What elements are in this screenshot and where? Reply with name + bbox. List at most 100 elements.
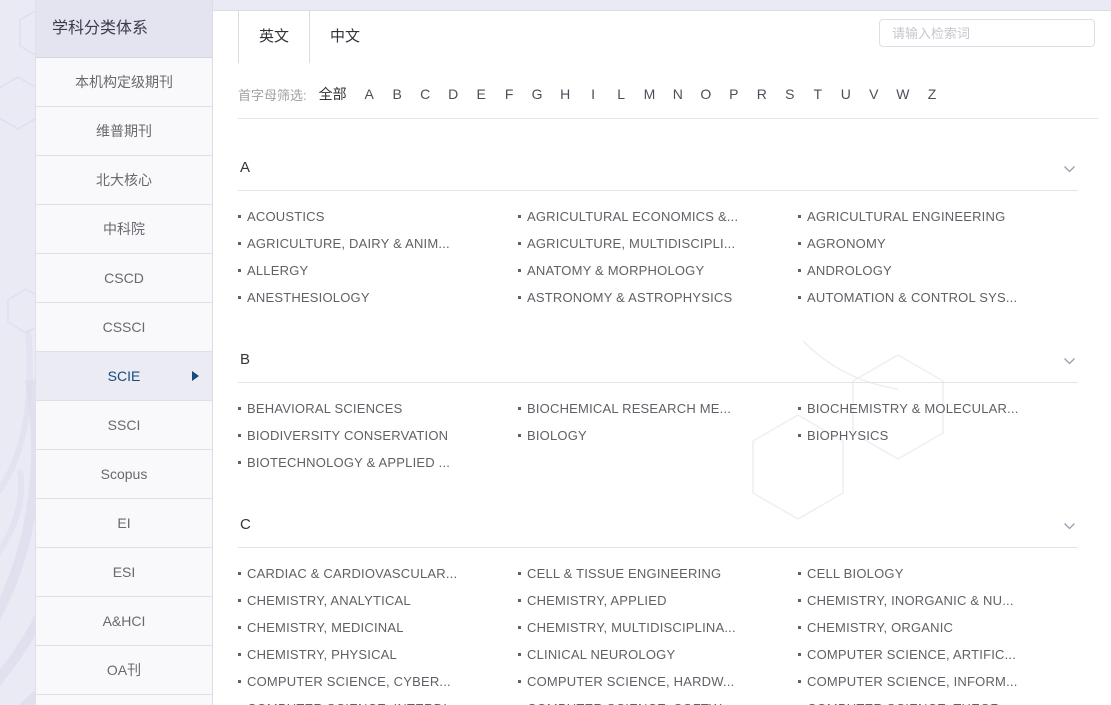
sidebar-item[interactable]: EI: [36, 499, 212, 548]
letter-filter-item[interactable]: U: [840, 86, 851, 102]
letter-filter-item[interactable]: O: [700, 86, 711, 102]
sidebar-item[interactable]: ESI: [36, 548, 212, 597]
category-item[interactable]: ANDROLOGY: [798, 257, 1078, 284]
filter-all-button[interactable]: 全部: [319, 84, 347, 104]
category-item[interactable]: CELL & TISSUE ENGINEERING: [518, 560, 798, 587]
letter-filter-item[interactable]: E: [476, 86, 487, 102]
sidebar-item[interactable]: 本机构定级期刊: [36, 58, 212, 107]
category-item[interactable]: CHEMISTRY, ORGANIC: [798, 614, 1078, 641]
category-item[interactable]: CHEMISTRY, ANALYTICAL: [238, 587, 518, 614]
letter-filter-item[interactable]: W: [896, 86, 909, 102]
letter-filter-item[interactable]: R: [756, 86, 767, 102]
category-item[interactable]: COMPUTER SCIENCE, CYBER...: [238, 668, 518, 695]
category-item[interactable]: BIOCHEMICAL RESEARCH ME...: [518, 395, 798, 422]
category-item[interactable]: ANATOMY & MORPHOLOGY: [518, 257, 798, 284]
category-item[interactable]: AGRICULTURE, DAIRY & ANIM...: [238, 230, 518, 257]
category-label: ANDROLOGY: [807, 263, 892, 278]
letter-filter-item[interactable]: G: [532, 86, 543, 102]
letter-filter-item[interactable]: H: [560, 86, 571, 102]
bullet-icon: [238, 626, 241, 629]
bullet-icon: [798, 269, 801, 272]
letter-filter-item[interactable]: Z: [927, 86, 938, 102]
category-item[interactable]: BIOCHEMISTRY & MOLECULAR...: [798, 395, 1078, 422]
chevron-down-icon[interactable]: [1063, 161, 1076, 178]
bullet-icon: [518, 215, 521, 218]
sidebar-item[interactable]: CSCD: [36, 254, 212, 303]
bullet-icon: [518, 653, 521, 656]
category-item[interactable]: AGRONOMY: [798, 230, 1078, 257]
category-item[interactable]: ALLERGY: [238, 257, 518, 284]
sidebar-item-label: OA刊: [107, 662, 141, 678]
category-item[interactable]: COMPUTER SCIENCE, HARDW...: [518, 668, 798, 695]
letter-filter-item[interactable]: P: [728, 86, 739, 102]
category-item[interactable]: CLINICAL NEUROLOGY: [518, 641, 798, 668]
sidebar-item[interactable]: A&HCI: [36, 597, 212, 646]
sidebar-item[interactable]: SSCI: [36, 401, 212, 450]
sidebar-item[interactable]: 维普期刊: [36, 107, 212, 156]
language-tab[interactable]: 英文: [238, 11, 310, 63]
category-item[interactable]: CELL BIOLOGY: [798, 560, 1078, 587]
category-item[interactable]: BIOPHYSICS: [798, 422, 1078, 449]
category-item[interactable]: CHEMISTRY, MEDICINAL: [238, 614, 518, 641]
sidebar-item[interactable]: SCIE: [36, 352, 212, 401]
bullet-icon: [798, 653, 801, 656]
category-item[interactable]: AGRICULTURE, MULTIDISCIPLI...: [518, 230, 798, 257]
bullet-icon: [798, 215, 801, 218]
category-item[interactable]: COMPUTER SCIENCE, SOFTW...: [518, 695, 798, 705]
letter-section: A ACOUSTICS: [238, 153, 1078, 311]
search-input[interactable]: [879, 19, 1095, 47]
category-item[interactable]: AGRICULTURAL ECONOMICS &...: [518, 203, 798, 230]
letter-filter-item[interactable]: C: [420, 86, 431, 102]
sidebar-item[interactable]: Scopus: [36, 450, 212, 499]
letter-filter-item[interactable]: S: [784, 86, 795, 102]
category-item[interactable]: CHEMISTRY, APPLIED: [518, 587, 798, 614]
letter-filter-item[interactable]: B: [392, 86, 403, 102]
chevron-down-icon[interactable]: [1063, 353, 1076, 370]
letter-filter-item[interactable]: V: [868, 86, 879, 102]
category-item[interactable]: CHEMISTRY, INORGANIC & NU...: [798, 587, 1078, 614]
letter-filter-item[interactable]: D: [448, 86, 459, 102]
category-item[interactable]: COMPUTER SCIENCE, INTERDI...: [238, 695, 518, 705]
category-item[interactable]: COMPUTER SCIENCE, THEOR...: [798, 695, 1078, 705]
category-item[interactable]: COMPUTER SCIENCE, ARTIFIC...: [798, 641, 1078, 668]
category-item[interactable]: CARDIAC & CARDIOVASCULAR...: [238, 560, 518, 587]
letter-filter-item[interactable]: A: [364, 86, 375, 102]
category-item[interactable]: CHEMISTRY, PHYSICAL: [238, 641, 518, 668]
category-item[interactable]: BIOTECHNOLOGY & APPLIED ...: [238, 449, 518, 476]
category-item[interactable]: ANESTHESIOLOGY: [238, 284, 518, 311]
bullet-icon: [518, 434, 521, 437]
sidebar-item[interactable]: 中科院: [36, 205, 212, 254]
category-item[interactable]: AUTOMATION & CONTROL SYS...: [798, 284, 1078, 311]
letter-filter-item[interactable]: T: [812, 86, 823, 102]
category-item[interactable]: ASTRONOMY & ASTROPHYSICS: [518, 284, 798, 311]
category-label: ASTRONOMY & ASTROPHYSICS: [527, 290, 732, 305]
category-label: ALLERGY: [247, 263, 308, 278]
category-item[interactable]: AGRICULTURAL ENGINEERING: [798, 203, 1078, 230]
chevron-down-icon[interactable]: [1063, 518, 1076, 535]
language-tab[interactable]: 中文: [310, 11, 380, 63]
category-label: CHEMISTRY, INORGANIC & NU...: [807, 593, 1014, 608]
bullet-icon: [518, 572, 521, 575]
category-label: CHEMISTRY, MULTIDISCIPLINA...: [527, 620, 736, 635]
letter-filter-item[interactable]: I: [588, 86, 599, 102]
letter-filter-item[interactable]: F: [504, 86, 515, 102]
letter-filter-item[interactable]: M: [644, 86, 656, 102]
category-item[interactable]: BIOLOGY: [518, 422, 798, 449]
main-panel: 英文 中文 首字母筛选: 全部 A B C: [213, 10, 1111, 705]
sidebar-item[interactable]: OA刊: [36, 646, 212, 695]
filter-divider: [238, 118, 1098, 119]
sidebar-item[interactable]: 北大核心: [36, 156, 212, 205]
bullet-icon: [798, 242, 801, 245]
category-item[interactable]: CHEMISTRY, MULTIDISCIPLINA...: [518, 614, 798, 641]
letter-filter-item[interactable]: L: [616, 86, 627, 102]
category-item[interactable]: COMPUTER SCIENCE, INFORM...: [798, 668, 1078, 695]
category-item[interactable]: ACOUSTICS: [238, 203, 518, 230]
category-label: ANESTHESIOLOGY: [247, 290, 370, 305]
letter-filter-item[interactable]: N: [672, 86, 683, 102]
sidebar-item[interactable]: CSSCI: [36, 303, 212, 352]
sidebar-item-label: 维普期刊: [96, 123, 152, 139]
category-item[interactable]: BEHAVIORAL SCIENCES: [238, 395, 518, 422]
bullet-icon: [238, 572, 241, 575]
category-item[interactable]: BIODIVERSITY CONSERVATION: [238, 422, 518, 449]
bullet-icon: [798, 626, 801, 629]
